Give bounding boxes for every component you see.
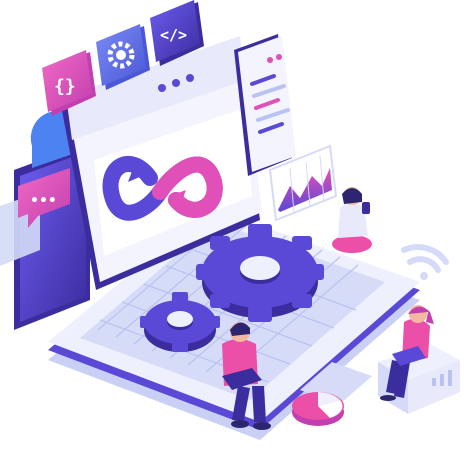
illustration-canvas: ••• {} </> (0, 0, 460, 440)
window-dot (158, 84, 166, 92)
braces-glyph: {} (54, 76, 76, 97)
window-dot (186, 74, 194, 82)
pie-chart-icon (292, 392, 344, 426)
chat-dots: ••• (30, 193, 57, 209)
wifi-icon (401, 244, 449, 280)
person-with-phone (332, 187, 372, 253)
code-glyph: </> (160, 26, 187, 44)
gear-large (196, 224, 324, 322)
window-dot (172, 79, 180, 87)
phone (362, 202, 370, 214)
devops-illustration: ••• {} </> (0, 0, 467, 459)
